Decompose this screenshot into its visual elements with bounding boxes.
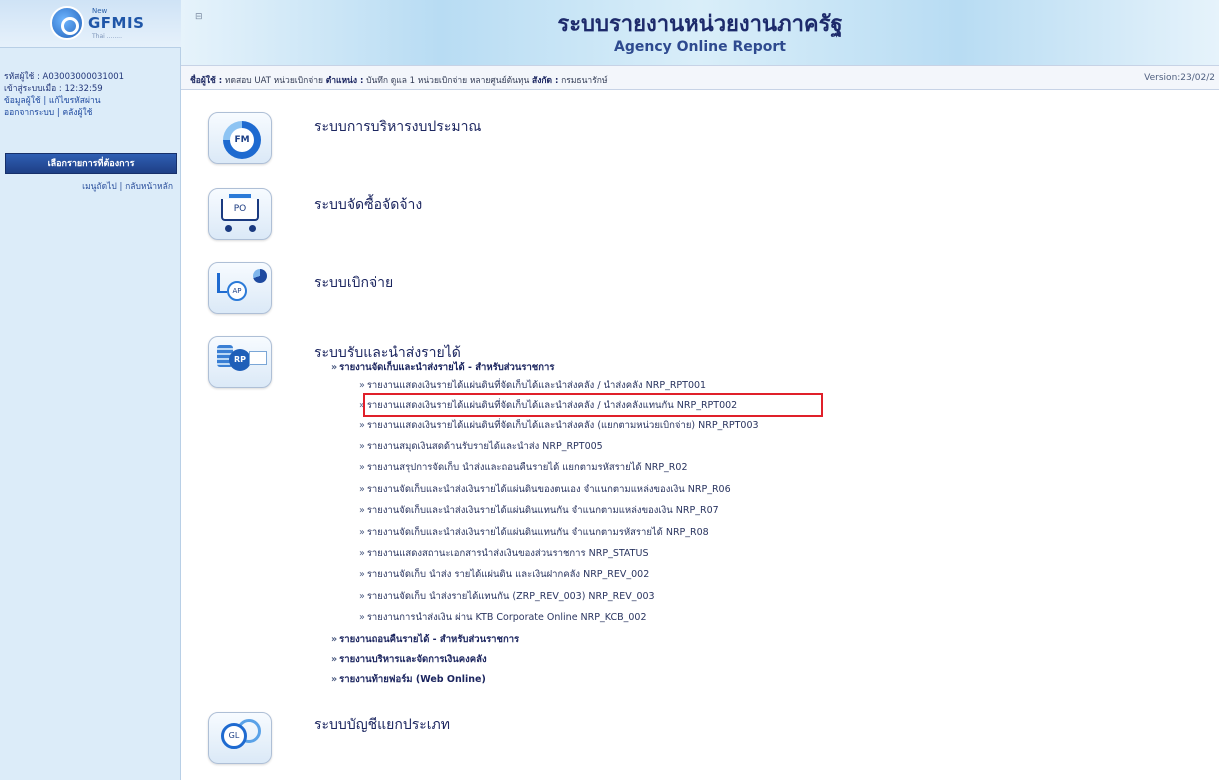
highlight-box — [363, 393, 823, 417]
report-link[interactable]: » รายงานแสดงเงินรายได้แผ่นดินที่จัดเก็บได… — [359, 378, 706, 393]
user-label: ชื่อผู้ใช้ : — [190, 76, 223, 86]
logout-links[interactable]: ออกจากระบบ | คลังผู้ใช้ — [4, 107, 176, 119]
report-link[interactable]: » รายงานจัดเก็บ นำส่งรายได้แทนกัน (ZRP_RE… — [359, 589, 655, 604]
main-content: FM ระบบการบริหารงบประมาณ PO ระบบจัดซื้อจ… — [181, 90, 1219, 780]
user-info: รหัสผู้ใช้ : A03003000031001 เข้าสู่ระบบ… — [4, 71, 176, 119]
module-title-gl[interactable]: ระบบบัญชีแยกประเภท — [314, 714, 450, 736]
report-link[interactable]: » รายงานจัดเก็บและนำส่งเงินรายได้แผ่นดินแ… — [359, 525, 709, 540]
report-group-treasury[interactable]: » รายงานบริหารและจัดการเงินคงคลัง — [331, 652, 487, 667]
po-module-icon[interactable]: PO — [208, 188, 272, 240]
user-code: รหัสผู้ใช้ : A03003000031001 — [4, 72, 125, 82]
report-link[interactable]: » รายงานสมุดเงินสดด้านรับรายได้และนำส่ง N… — [359, 439, 603, 454]
rp-icon-label: RP — [229, 349, 251, 371]
logo-name: GFMIS — [88, 14, 145, 32]
sidebar-nav-links[interactable]: เมนูถัดไป | กลับหน้าหลัก — [5, 179, 177, 193]
page-title-thai: ระบบรายงานหน่วยงานภาครัฐ — [557, 11, 843, 37]
header-banner: ⊟ ระบบรายงานหน่วยงานภาครัฐ Agency Online… — [181, 0, 1219, 65]
page-title-english: Agency Online Report — [614, 39, 786, 55]
rp-module-icon[interactable]: RP — [208, 336, 272, 388]
report-link[interactable]: » รายงานจัดเก็บ นำส่ง รายได้แผ่นดิน และเง… — [359, 567, 649, 582]
module-title-po[interactable]: ระบบจัดซื้อจัดจ้าง — [314, 194, 422, 216]
report-group-refund[interactable]: » รายงานถอนคืนรายได้ - สำหรับส่วนราชการ — [331, 632, 519, 647]
user-details: ชื่อผู้ใช้ : ทดสอบ UAT หน่วยเบิกจ่าย ตำแ… — [190, 73, 608, 87]
user-value: ทดสอบ UAT หน่วยเบิกจ่าย — [224, 76, 323, 86]
report-link[interactable]: » รายงานการนำส่งเงิน ผ่าน KTB Corporate O… — [359, 610, 647, 625]
affiliation-value: กรมธนารักษ์ — [561, 76, 608, 86]
shopping-cart-icon: PO — [221, 199, 259, 221]
fm-module-icon[interactable]: FM — [208, 112, 272, 164]
fm-ring-icon: FM — [223, 121, 261, 159]
position-value: บันทึก ดูแล 1 หน่วยเบิกจ่าย หลายศูนย์ต้น… — [366, 76, 530, 86]
module-title-fm[interactable]: ระบบการบริหารงบประมาณ — [314, 116, 481, 138]
card-icon — [249, 351, 267, 365]
select-menu-button[interactable]: เลือกรายการที่ต้องการ — [5, 153, 177, 174]
bar-chart-icon — [217, 273, 227, 293]
app-frame: New GFMIS Thai ........ รหัสผู้ใช้ : A03… — [0, 0, 1219, 780]
report-link[interactable]: » รายงานแสดงเงินรายได้แผ่นดินที่จัดเก็บได… — [359, 418, 759, 433]
version-label: Version:23/02/2 — [1144, 73, 1215, 83]
gfmis-logo-icon — [50, 6, 84, 40]
report-link[interactable]: » รายงานจัดเก็บและนำส่งเงินรายได้แผ่นดินข… — [359, 482, 731, 497]
ap-icon-label: AP — [227, 281, 247, 301]
po-handle-icon — [229, 194, 251, 198]
position-label: ตำแหน่ง : — [325, 76, 364, 86]
report-link[interactable]: » รายงานสรุปการจัดเก็บ นำส่งและถอนคืนรายไ… — [359, 460, 688, 475]
ap-module-icon[interactable]: AP — [208, 262, 272, 314]
gl-module-icon[interactable]: GL — [208, 712, 272, 764]
affiliation-label: สังกัด : — [532, 76, 559, 86]
sidebar: New GFMIS Thai ........ รหัสผู้ใช้ : A03… — [0, 0, 181, 780]
gl-icon-label: GL — [221, 723, 247, 749]
report-group-revenue[interactable]: » รายงานจัดเก็บและนำส่งรายได้ - สำหรับส่ว… — [331, 360, 554, 375]
logo: New GFMIS Thai ........ — [0, 0, 181, 48]
login-time: เข้าสู่ระบบเมื่อ : 12:32:59 — [4, 84, 103, 94]
report-link[interactable]: » รายงานจัดเก็บและนำส่งเงินรายได้แผ่นดินแ… — [359, 503, 719, 518]
cart-wheel-icon — [249, 225, 256, 232]
user-profile-links[interactable]: ข้อมูลผู้ใช้ | แก้ไขรหัสผ่าน — [4, 95, 176, 107]
module-title-ap[interactable]: ระบบเบิกจ่าย — [314, 272, 393, 294]
cart-wheel-icon — [225, 225, 232, 232]
report-group-web-online[interactable]: » รายงานท้ายฟอร์ม (Web Online) — [331, 672, 486, 687]
user-info-bar: ชื่อผู้ใช้ : ทดสอบ UAT หน่วยเบิกจ่าย ตำแ… — [181, 65, 1219, 90]
report-link[interactable]: » รายงานแสดงสถานะเอกสารนำส่งเงินของส่วนรา… — [359, 546, 648, 561]
fm-icon-label: FM — [230, 128, 254, 152]
logo-subtitle: Thai ........ — [92, 33, 122, 40]
pie-chart-icon — [253, 269, 267, 283]
